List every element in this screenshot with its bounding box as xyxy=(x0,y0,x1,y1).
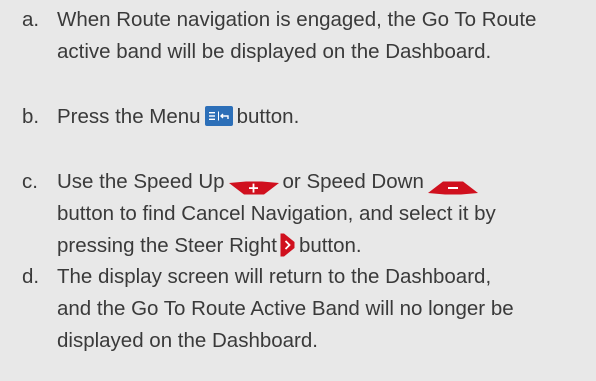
step-text-fragment: or Speed Down xyxy=(282,170,424,193)
step-line: Use the Speed Up or Speed Down xyxy=(57,166,587,198)
step-line: The display screen will return to the Da… xyxy=(57,265,492,288)
step-text-fragment: button. xyxy=(236,105,300,128)
step-letter: d. xyxy=(22,265,40,288)
step-letter: c. xyxy=(22,170,38,193)
steer-right-icon xyxy=(280,233,295,257)
step-line: button to find Cancel Navigation, and se… xyxy=(57,202,496,225)
step-letter: b. xyxy=(22,105,40,128)
speed-down-icon xyxy=(427,173,479,195)
speed-up-icon xyxy=(228,173,280,195)
instruction-list: a. When Route navigation is engaged, the… xyxy=(0,0,596,381)
step-text-fragment: pressing the Steer Right xyxy=(57,234,277,257)
step-text: The display screen will return to the Da… xyxy=(57,261,587,357)
step-text-fragment: Press the Menu xyxy=(57,105,201,128)
step-line: Press the Menu button. xyxy=(57,101,587,133)
step-line: and the Go To Route Active Band will no … xyxy=(57,297,514,320)
step-line: displayed on the Dashboard. xyxy=(57,329,318,352)
step-text: Use the Speed Up or Speed Down button to … xyxy=(57,166,587,262)
step-letter: a. xyxy=(22,8,40,31)
step-text-fragment: button. xyxy=(298,234,362,257)
step-line: pressing the Steer Right button. xyxy=(57,230,587,262)
menu-icon xyxy=(204,105,233,126)
step-line: active band will be displayed on the Das… xyxy=(57,40,492,63)
step-text-fragment: Use the Speed Up xyxy=(57,170,225,193)
step-text: Press the Menu button. xyxy=(57,101,587,133)
step-text: When Route navigation is engaged, the Go… xyxy=(57,4,587,68)
step-line: When Route navigation is engaged, the Go… xyxy=(57,8,537,31)
